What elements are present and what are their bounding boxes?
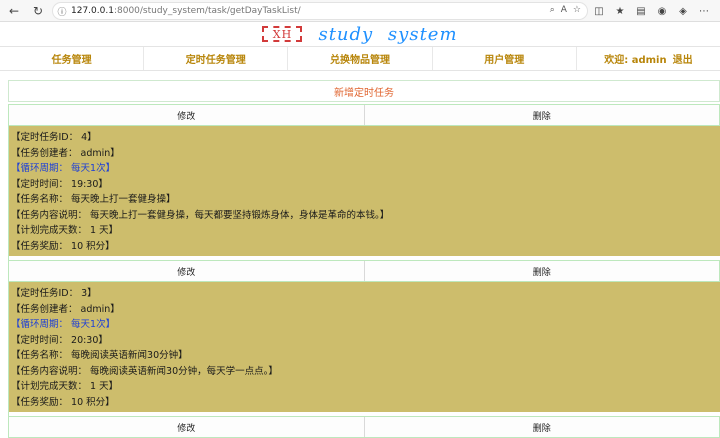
task-name: 【任务名称： 每晚阅读英语新闻30分钟】 — [11, 350, 188, 361]
site-header: XH study system — [0, 22, 720, 46]
favorites-icon[interactable]: ★ — [611, 2, 629, 20]
more-menu-icon[interactable]: ⋯ — [695, 2, 713, 20]
browser-toolbar: ← ↻ ⓘ 127.0.0.1:8000/study_system/task/g… — [0, 0, 720, 22]
logout-link[interactable]: 退出 — [673, 51, 693, 66]
collections-icon[interactable]: ▤ — [632, 2, 650, 20]
task-reward: 【任务奖励： 10 积分】 — [11, 396, 115, 408]
task-reward: 【任务奖励： 10 积分】 — [11, 240, 115, 252]
extension-icon[interactable]: ◉ — [653, 2, 671, 20]
edit-button[interactable]: 修改 — [9, 261, 365, 281]
back-arrow-icon[interactable]: ← — [4, 1, 24, 21]
menu-item-user-management[interactable]: 用户管理 — [433, 47, 577, 70]
task-days: 【计划完成天数： 1 天】 — [11, 381, 119, 392]
task-time: 【定时时间： 20:30】 — [11, 334, 108, 346]
menu-item-scheduled-task-management[interactable]: 定时任务管理 — [144, 47, 289, 70]
task-actions: 修改 删除 — [8, 416, 720, 438]
task-description: 【任务内容说明： 每天晚上打一套健身操，每天都要坚持锻炼身体，身体是革命的本钱。… — [11, 209, 390, 221]
task-creator: 【任务创建者： admin】 — [11, 147, 120, 159]
edit-button[interactable]: 修改 — [9, 105, 365, 125]
task-cycle: 【循环周期： 每天1次】 — [11, 319, 116, 330]
favorite-star-icon[interactable]: ☆ — [573, 5, 581, 15]
main-menu: 任务管理 定时任务管理 兑换物品管理 用户管理 欢迎: admin 退出 — [0, 46, 720, 71]
task-list: 修改 删除 【定时任务ID： 4】 【任务创建者： admin】 【循环周期： … — [8, 104, 720, 438]
address-bar[interactable]: ⓘ 127.0.0.1:8000/study_system/task/getDa… — [52, 2, 588, 20]
user-welcome: 欢迎: admin 退出 — [577, 47, 720, 70]
edit-button[interactable]: 修改 — [9, 417, 365, 437]
site-title: study system — [318, 23, 458, 45]
welcome-text: 欢迎: admin — [604, 55, 667, 66]
task-card: 【定时任务ID： 4】 【任务创建者： admin】 【循环周期： 每天1次】 … — [8, 126, 720, 256]
task-days: 【计划完成天数： 1 天】 — [11, 225, 119, 236]
menu-item-task-management[interactable]: 任务管理 — [0, 47, 145, 70]
task-cycle: 【循环周期： 每天1次】 — [11, 163, 116, 174]
delete-button[interactable]: 删除 — [365, 105, 720, 125]
task-creator: 【任务创建者： admin】 — [11, 303, 120, 315]
copilot-icon[interactable]: ◈ — [674, 2, 692, 20]
read-aloud-icon[interactable]: A — [561, 5, 567, 15]
task-id: 【定时任务ID： 4】 — [11, 132, 97, 143]
task-actions: 修改 删除 — [8, 104, 720, 126]
add-scheduled-task-link[interactable]: 新增定时任务 — [8, 80, 720, 102]
delete-button[interactable]: 删除 — [365, 261, 720, 281]
split-screen-icon[interactable]: ◫ — [590, 2, 608, 20]
menu-item-exchange-items-management[interactable]: 兑换物品管理 — [288, 47, 433, 70]
zoom-icon[interactable]: ⌕ — [550, 5, 555, 15]
info-icon[interactable]: ⓘ — [53, 5, 71, 18]
task-description: 【任务内容说明： 每晚阅读英语新闻30分钟，每天学一点点。】 — [11, 365, 278, 377]
task-time: 【定时时间： 19:30】 — [11, 178, 108, 190]
url-text[interactable]: 127.0.0.1:8000/study_system/task/getDayT… — [71, 6, 301, 16]
reload-icon[interactable]: ↻ — [28, 1, 48, 21]
site-logo: XH — [262, 26, 303, 42]
task-name: 【任务名称： 每天晚上打一套健身操】 — [11, 194, 176, 205]
task-id: 【定时任务ID： 3】 — [11, 288, 97, 299]
task-actions: 修改 删除 — [8, 260, 720, 282]
task-card: 【定时任务ID： 3】 【任务创建者： admin】 【循环周期： 每天1次】 … — [8, 282, 720, 412]
delete-button[interactable]: 删除 — [365, 417, 720, 437]
